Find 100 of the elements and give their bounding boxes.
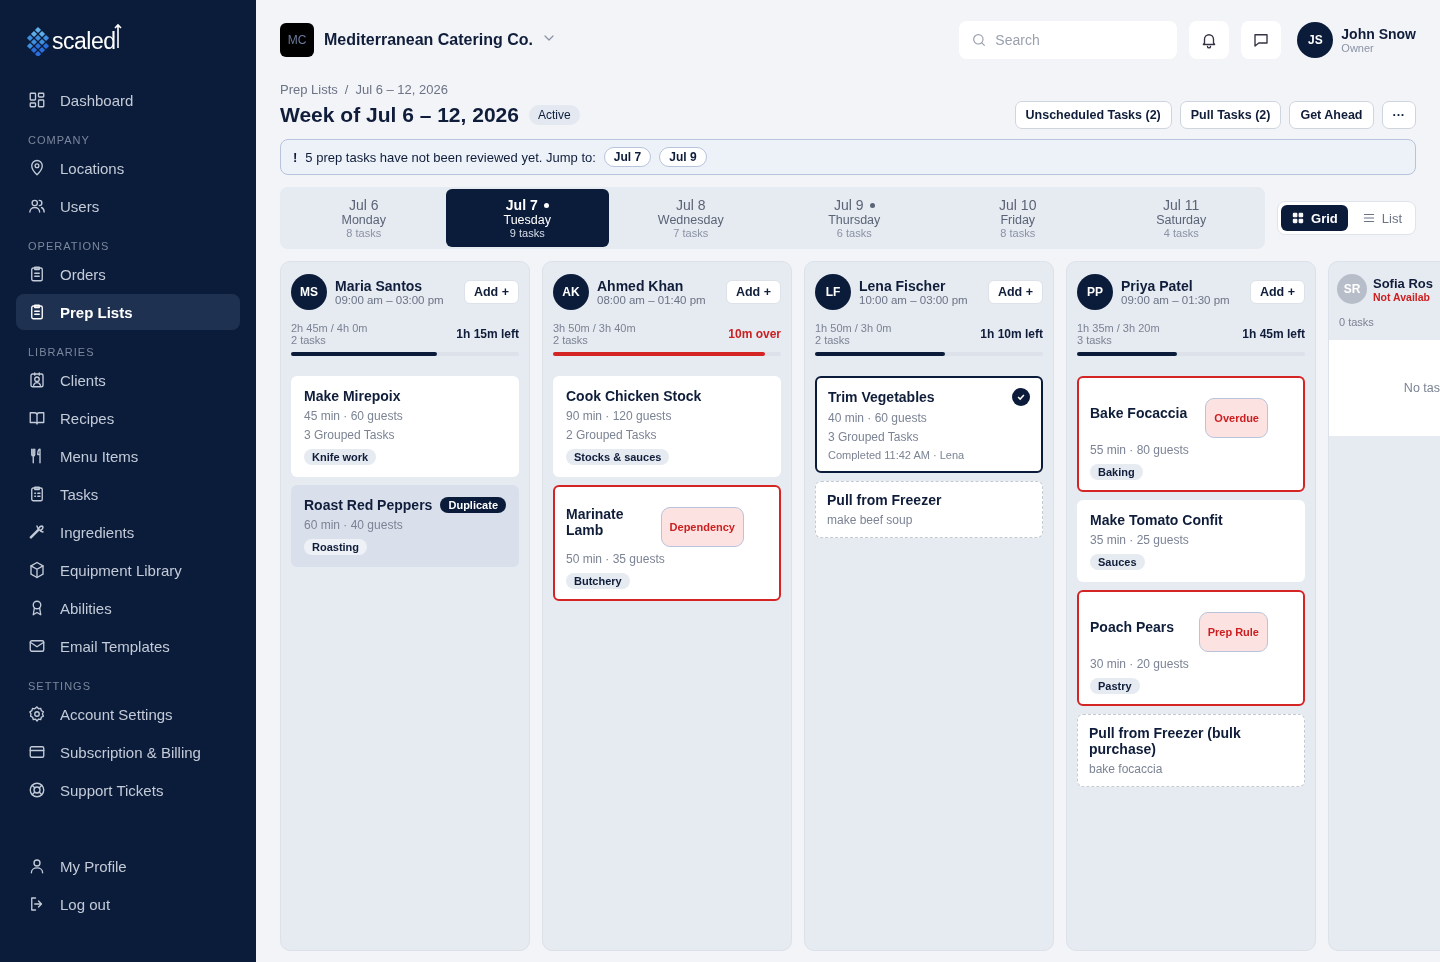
day-tab[interactable]: Jul 7 Tuesday 9 tasks: [445, 189, 609, 247]
day-tab[interactable]: Jul 6 Monday 8 tasks: [282, 189, 446, 247]
jump-chip[interactable]: Jul 9: [659, 147, 707, 167]
person-icon: [28, 857, 46, 875]
task-title: Marinate Lamb: [566, 506, 625, 538]
section-heading: SETTINGS: [27, 680, 92, 692]
users-icon: [28, 197, 46, 215]
action-button[interactable]: ···: [1381, 101, 1416, 129]
day-weekday: Thursday: [828, 213, 881, 227]
staff-avatar: SR: [1337, 274, 1367, 304]
task-card[interactable]: Pull from Freezer make beef soup: [815, 481, 1043, 538]
action-button[interactable]: Pull Tasks (2): [1179, 101, 1282, 129]
jump-chip[interactable]: Jul 7: [603, 147, 652, 167]
clipboard-icon: [28, 265, 46, 283]
shift-time: 09:00 am – 01:30 pm: [1121, 294, 1230, 306]
add-button[interactable]: Add +: [463, 280, 519, 304]
task-card[interactable]: Marinate Lamb Dependency 50 min · 35 guests Butchery: [553, 485, 781, 601]
messages-button[interactable]: [1241, 21, 1282, 59]
day-tab[interactable]: Jul 11 Saturday 4 tasks: [1099, 189, 1263, 247]
availability-status: Not Availab: [1373, 290, 1431, 303]
hours-summary: 3h 50m / 3h 40m: [553, 322, 636, 334]
logo-icon: [26, 26, 50, 56]
up-arrow-icon: [114, 23, 123, 49]
sidebar-item[interactable]: Dashboard: [16, 82, 240, 118]
day-tab[interactable]: Jul 8 Wednesday 7 tasks: [609, 189, 773, 247]
sidebar-item[interactable]: Orders: [16, 256, 240, 292]
day-tab[interactable]: Jul 9 Thursday 6 tasks: [772, 189, 936, 247]
task-title: Make Mirepoix: [304, 388, 401, 404]
sidebar-item[interactable]: Account Settings: [16, 696, 240, 732]
breadcrumb-item[interactable]: Prep Lists: [280, 82, 338, 97]
sidebar-item[interactable]: Equipment Library: [16, 552, 240, 588]
task-card[interactable]: Bake Focaccia Overdue 55 min · 80 guests Baking: [1077, 376, 1305, 492]
hours-summary: 2h 45m / 4h 0m: [291, 322, 368, 334]
user-avatar[interactable]: JS: [1297, 22, 1334, 58]
check-icon: [1012, 388, 1030, 406]
sidebar-item[interactable]: Prep Lists: [16, 294, 240, 330]
staff-avatar: PP: [1077, 274, 1113, 310]
search-field[interactable]: Search: [959, 21, 1178, 59]
section-heading: LIBRARIES: [27, 346, 96, 358]
grid-icon: [1291, 211, 1306, 225]
task-card[interactable]: Make Mirepoix 45 min · 60 guests 3 Grouped Tasks Knife work: [291, 376, 519, 477]
sidebar-item[interactable]: Tasks: [16, 476, 240, 512]
company-name[interactable]: Mediterranean Catering Co.: [324, 31, 533, 49]
task-card[interactable]: Cook Chicken Stock 90 min · 120 guests 2 Grouped Tasks Stocks & sauces: [553, 376, 781, 477]
sidebar-item[interactable]: Log out: [16, 886, 240, 922]
contact-card-icon: [28, 371, 46, 389]
add-button[interactable]: Add +: [1249, 280, 1305, 304]
view-tab[interactable]: Grid: [1281, 205, 1348, 231]
day-date: Jul 8: [675, 197, 706, 213]
add-button[interactable]: Add +: [725, 280, 781, 304]
task-title: Poach Pears: [1090, 619, 1175, 635]
task-card[interactable]: Poach Pears Prep Rule 30 min · 20 guests Pastry: [1077, 590, 1305, 706]
notifications-button[interactable]: [1189, 21, 1230, 59]
task-title: Trim Vegetables: [828, 389, 935, 405]
task-meta: 55 min · 80 guests: [1090, 443, 1190, 457]
category-tag: Baking: [1090, 464, 1143, 480]
category-tag: Knife work: [304, 449, 377, 465]
time-remaining: 1h 15m left: [456, 327, 519, 341]
staff-avatar: AK: [553, 274, 589, 310]
day-task-count: 7 tasks: [673, 227, 709, 239]
sidebar-item[interactable]: Email Templates: [16, 628, 240, 664]
user-role: Owner: [1341, 42, 1375, 54]
sidebar-item[interactable]: Users: [16, 188, 240, 224]
sidebar-item[interactable]: Clients: [16, 362, 240, 398]
lifebuoy-icon: [28, 781, 46, 799]
shift-time: 08:00 am – 01:40 pm: [597, 294, 706, 306]
sidebar-item[interactable]: Recipes: [16, 400, 240, 436]
view-tab[interactable]: List: [1351, 205, 1412, 231]
action-button[interactable]: Get Ahead: [1289, 101, 1374, 129]
task-card[interactable]: Make Tomato Confit 35 min · 25 guests Sauces: [1077, 500, 1305, 582]
task-meta: bake focaccia: [1089, 762, 1164, 776]
sidebar-item[interactable]: Ingredients: [16, 514, 240, 550]
task-card[interactable]: Trim Vegetables 40 min · 60 guests 3 Grouped Tasks Completed 11:42 AM · Lena: [815, 376, 1043, 473]
sidebar-item[interactable]: Abilities: [16, 590, 240, 626]
search-icon: [971, 32, 988, 48]
sidebar-item[interactable]: Support Tickets: [16, 772, 240, 808]
day-date: Jul 10: [999, 197, 1037, 213]
task-card[interactable]: Roast Red Peppers Duplicate 60 min · 40 guests Roasting: [291, 485, 519, 567]
task-card[interactable]: Pull from Freezer (bulk purchase) bake focaccia: [1077, 714, 1305, 787]
staff-avatar: LF: [815, 274, 851, 310]
company-logo: MC: [280, 23, 314, 57]
sidebar-item[interactable]: Locations: [16, 150, 240, 186]
sidebar-item[interactable]: Subscription & Billing: [16, 734, 240, 770]
add-button[interactable]: Add +: [987, 280, 1043, 304]
action-button[interactable]: Unscheduled Tasks (2): [1014, 101, 1172, 129]
day-tab[interactable]: Jul 10 Friday 8 tasks: [936, 189, 1100, 247]
category-tag: Pastry: [1090, 678, 1140, 694]
task-title: Make Tomato Confit: [1090, 512, 1223, 528]
task-meta: 60 min · 40 guests: [304, 518, 404, 532]
task-title: Pull from Freezer (bulk purchase): [1089, 725, 1242, 757]
task-count: 2 tasks: [291, 334, 327, 346]
task-title: Roast Red Peppers: [304, 497, 433, 513]
category-tag: Butchery: [566, 573, 630, 589]
section-heading: OPERATIONS: [27, 240, 111, 252]
sidebar-item[interactable]: Menu Items: [16, 438, 240, 474]
task-title: Cook Chicken Stock: [566, 388, 702, 404]
task-meta: 40 min · 60 guests: [828, 411, 928, 425]
sidebar-item[interactable]: My Profile: [16, 848, 240, 884]
task-title: Pull from Freezer: [827, 492, 942, 508]
brand-name: scaled: [52, 27, 116, 55]
